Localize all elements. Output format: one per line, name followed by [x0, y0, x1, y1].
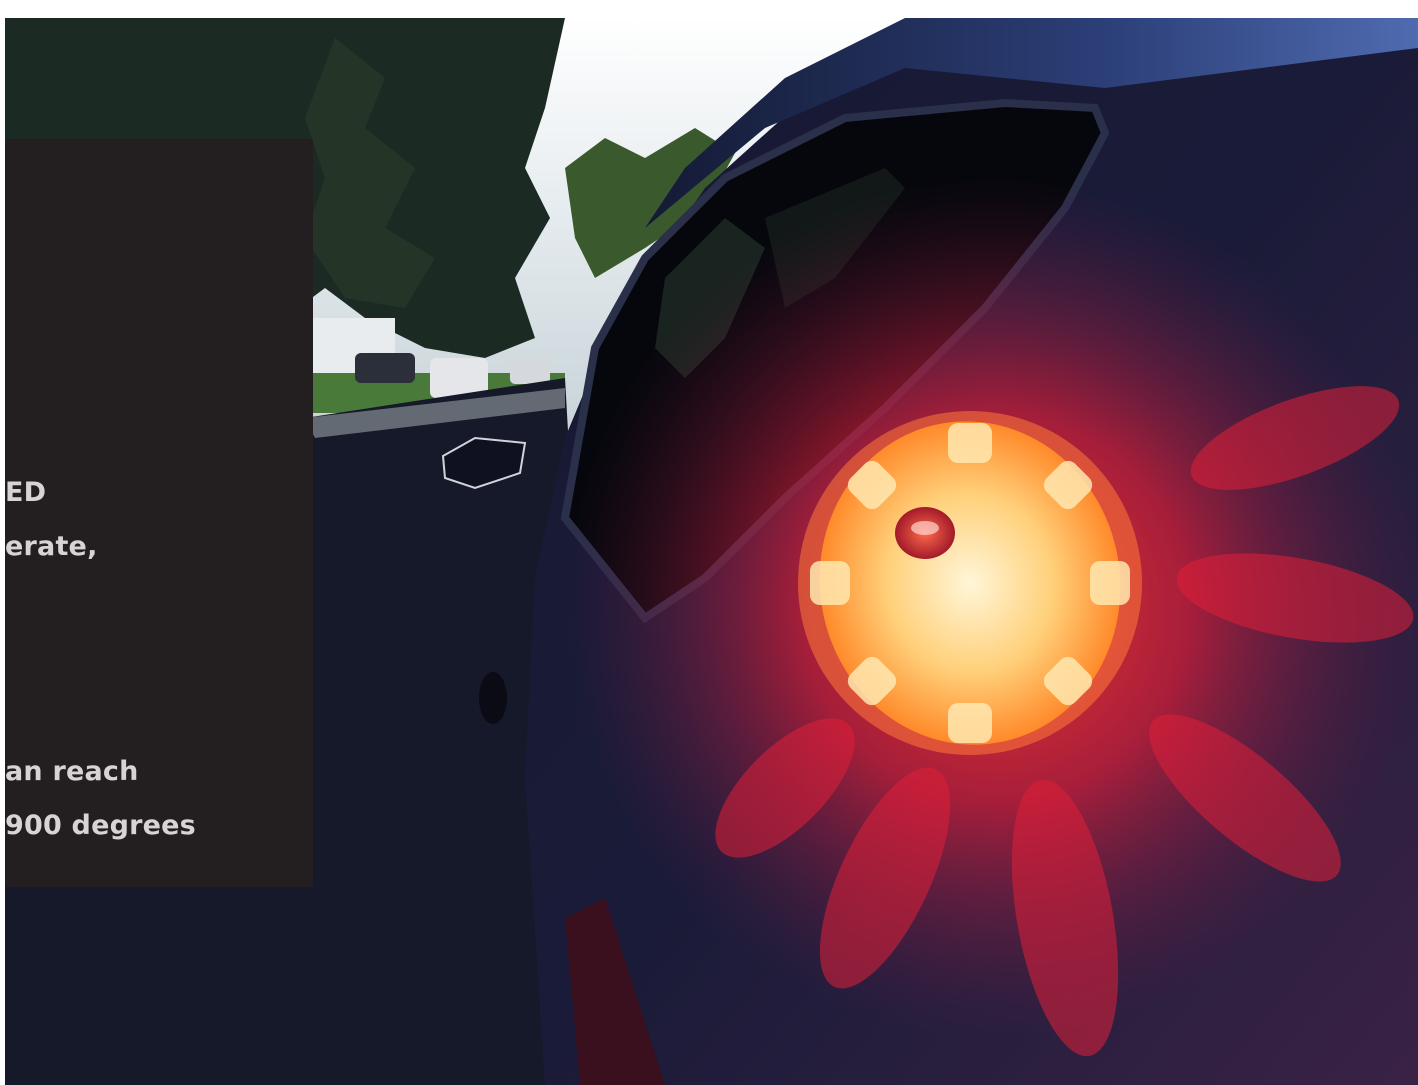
panel-text-line-1: ED — [5, 477, 47, 508]
panel-text-line-4: 900 degrees — [5, 810, 196, 841]
text-panel: ED erate, an reach 900 degrees — [5, 139, 313, 887]
hero-section: ED erate, an reach 900 degrees — [5, 18, 1418, 1085]
panel-text-line-2: erate, — [5, 531, 98, 562]
panel-text-line-3: an reach — [5, 756, 139, 787]
